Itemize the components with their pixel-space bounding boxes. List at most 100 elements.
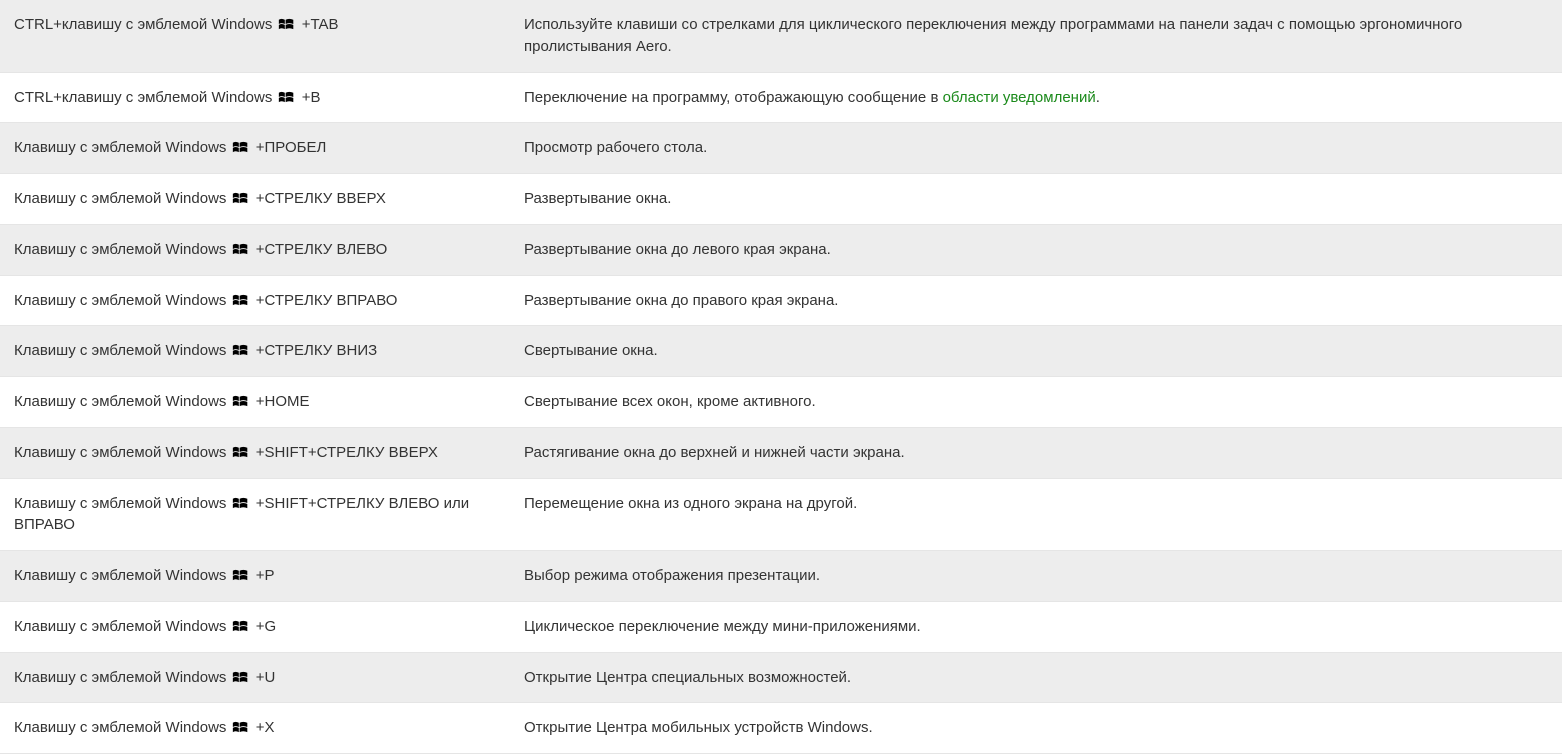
- shortcut-key-suffix: +HOME: [256, 393, 310, 410]
- description-text: Циклическое переключение между мини-прил…: [524, 618, 921, 635]
- description-text: Развертывание окна до левого края экрана…: [524, 241, 831, 258]
- shortcut-key-cell: Клавишу с эмблемой Windows +СТРЕЛКУ ВВЕР…: [0, 174, 510, 225]
- shortcut-description-cell: Растягивание окна до верхней и нижней ча…: [510, 427, 1562, 478]
- shortcut-description-cell: Развертывание окна до левого края экрана…: [510, 224, 1562, 275]
- shortcut-description-cell: Развертывание окна.: [510, 174, 1562, 225]
- shortcut-key-suffix: +TAB: [302, 16, 339, 33]
- windows-logo-icon: [232, 619, 249, 633]
- shortcut-description-cell: Открытие Центра мобильных устройств Wind…: [510, 703, 1562, 754]
- description-text: Развертывание окна.: [524, 190, 671, 207]
- shortcut-key-suffix: +СТРЕЛКУ ВВЕРХ: [256, 190, 386, 207]
- table-row: Клавишу с эмблемой Windows +G Циклическое…: [0, 601, 1562, 652]
- shortcut-key-cell: Клавишу с эмблемой Windows +G: [0, 601, 510, 652]
- description-text: Перемещение окна из одного экрана на дру…: [524, 495, 857, 512]
- shortcut-key-cell: CTRL+клавишу с эмблемой Windows +B: [0, 72, 510, 123]
- windows-logo-icon: [232, 191, 249, 205]
- description-text: Выбор режима отображения презентации.: [524, 567, 820, 584]
- shortcut-key-cell: Клавишу с эмблемой Windows +HOME: [0, 377, 510, 428]
- shortcut-key-prefix: Клавишу с эмблемой Windows: [14, 444, 226, 461]
- description-text: Просмотр рабочего стола.: [524, 139, 707, 156]
- description-text: Используйте клавиши со стрелками для цик…: [524, 16, 1462, 55]
- shortcut-description-cell: Просмотр рабочего стола.: [510, 123, 1562, 174]
- table-row: Клавишу с эмблемой Windows +ПРОБЕЛ Просмо…: [0, 123, 1562, 174]
- shortcut-key-cell: Клавишу с эмблемой Windows +SHIFT+СТРЕЛК…: [0, 427, 510, 478]
- shortcut-key-suffix: +СТРЕЛКУ ВНИЗ: [256, 342, 377, 359]
- shortcut-key-prefix: CTRL+клавишу с эмблемой Windows: [14, 89, 272, 106]
- shortcut-key-prefix: Клавишу с эмблемой Windows: [14, 495, 226, 512]
- windows-logo-icon: [232, 670, 249, 684]
- shortcut-key-cell: Клавишу с эмблемой Windows +P: [0, 551, 510, 602]
- table-row: Клавишу с эмблемой Windows +СТРЕЛКУ ВПРА…: [0, 275, 1562, 326]
- shortcut-key-prefix: Клавишу с эмблемой Windows: [14, 719, 226, 736]
- shortcut-key-suffix: +G: [256, 618, 276, 635]
- shortcut-key-cell: Клавишу с эмблемой Windows +СТРЕЛКУ ВЛЕВ…: [0, 224, 510, 275]
- windows-logo-icon: [232, 496, 249, 510]
- table-row: Клавишу с эмблемой Windows +U Открытие Це…: [0, 652, 1562, 703]
- windows-logo-icon: [232, 445, 249, 459]
- shortcut-key-suffix: +СТРЕЛКУ ВЛЕВО: [256, 241, 388, 258]
- shortcut-key-cell: CTRL+клавишу с эмблемой Windows +TAB: [0, 0, 510, 72]
- windows-logo-icon: [232, 140, 249, 154]
- shortcut-key-cell: Клавишу с эмблемой Windows +SHIFT+СТРЕЛК…: [0, 478, 510, 551]
- description-text: Развертывание окна до правого края экран…: [524, 292, 838, 309]
- shortcut-key-cell: Клавишу с эмблемой Windows +ПРОБЕЛ: [0, 123, 510, 174]
- shortcut-key-cell: Клавишу с эмблемой Windows +СТРЕЛКУ ВПРА…: [0, 275, 510, 326]
- shortcut-key-suffix: +СТРЕЛКУ ВПРАВО: [256, 292, 398, 309]
- table-row: Клавишу с эмблемой Windows +X Открытие Це…: [0, 703, 1562, 754]
- table-row: CTRL+клавишу с эмблемой Windows +B Перекл…: [0, 72, 1562, 123]
- shortcut-key-prefix: Клавишу с эмблемой Windows: [14, 241, 226, 258]
- windows-logo-icon: [232, 720, 249, 734]
- shortcut-description-cell: Выбор режима отображения презентации.: [510, 551, 1562, 602]
- shortcut-key-suffix: +P: [256, 567, 275, 584]
- table-row: Клавишу с эмблемой Windows +СТРЕЛКУ ВВЕР…: [0, 174, 1562, 225]
- shortcut-description-cell: Переключение на программу, отображающую …: [510, 72, 1562, 123]
- shortcut-description-cell: Развертывание окна до правого края экран…: [510, 275, 1562, 326]
- shortcut-key-suffix: +ПРОБЕЛ: [256, 139, 327, 156]
- description-text: Открытие Центра мобильных устройств Wind…: [524, 719, 873, 736]
- table-row: Клавишу с эмблемой Windows +HOME Свертыва…: [0, 377, 1562, 428]
- shortcut-description-cell: Свертывание окна.: [510, 326, 1562, 377]
- windows-logo-icon: [232, 343, 249, 357]
- shortcut-key-suffix: +B: [302, 89, 321, 106]
- shortcut-description-cell: Открытие Центра специальных возможностей…: [510, 652, 1562, 703]
- shortcut-key-prefix: Клавишу с эмблемой Windows: [14, 567, 226, 584]
- description-link[interactable]: области уведомлений: [943, 89, 1096, 106]
- shortcut-key-suffix: +X: [256, 719, 275, 736]
- shortcut-key-cell: Клавишу с эмблемой Windows +U: [0, 652, 510, 703]
- table-row: Клавишу с эмблемой Windows +СТРЕЛКУ ВНИЗ…: [0, 326, 1562, 377]
- shortcut-description-cell: Свертывание всех окон, кроме активного.: [510, 377, 1562, 428]
- windows-logo-icon: [232, 293, 249, 307]
- description-text: Растягивание окна до верхней и нижней ча…: [524, 444, 905, 461]
- shortcut-key-suffix: +U: [256, 669, 276, 686]
- windows-logo-icon: [232, 242, 249, 256]
- shortcut-key-prefix: Клавишу с эмблемой Windows: [14, 292, 226, 309]
- description-text: Открытие Центра специальных возможностей…: [524, 669, 851, 686]
- shortcut-key-prefix: CTRL+клавишу с эмблемой Windows: [14, 16, 272, 33]
- table-row: Клавишу с эмблемой Windows +SHIFT+СТРЕЛК…: [0, 427, 1562, 478]
- shortcut-description-cell: Используйте клавиши со стрелками для цик…: [510, 0, 1562, 72]
- windows-logo-icon: [278, 90, 295, 104]
- shortcut-key-prefix: Клавишу с эмблемой Windows: [14, 342, 226, 359]
- shortcut-key-prefix: Клавишу с эмблемой Windows: [14, 618, 226, 635]
- shortcut-key-prefix: Клавишу с эмблемой Windows: [14, 139, 226, 156]
- description-text: Переключение на программу, отображающую …: [524, 89, 943, 106]
- shortcut-key-cell: Клавишу с эмблемой Windows +СТРЕЛКУ ВНИЗ: [0, 326, 510, 377]
- shortcut-description-cell: Циклическое переключение между мини-прил…: [510, 601, 1562, 652]
- shortcut-key-prefix: Клавишу с эмблемой Windows: [14, 190, 226, 207]
- description-text-after: .: [1096, 89, 1100, 106]
- shortcut-key-prefix: Клавишу с эмблемой Windows: [14, 393, 226, 410]
- description-text: Свертывание окна.: [524, 342, 658, 359]
- shortcut-key-prefix: Клавишу с эмблемой Windows: [14, 669, 226, 686]
- windows-logo-icon: [278, 17, 295, 31]
- description-text: Свертывание всех окон, кроме активного.: [524, 393, 816, 410]
- shortcut-description-cell: Перемещение окна из одного экрана на дру…: [510, 478, 1562, 551]
- windows-logo-icon: [232, 568, 249, 582]
- shortcut-key-suffix: +SHIFT+СТРЕЛКУ ВВЕРХ: [256, 444, 438, 461]
- shortcuts-table: CTRL+клавишу с эмблемой Windows +TAB Испо…: [0, 0, 1562, 754]
- windows-logo-icon: [232, 394, 249, 408]
- table-row: Клавишу с эмблемой Windows +P Выбор режим…: [0, 551, 1562, 602]
- table-row: Клавишу с эмблемой Windows +SHIFT+СТРЕЛК…: [0, 478, 1562, 551]
- table-row: CTRL+клавишу с эмблемой Windows +TAB Испо…: [0, 0, 1562, 72]
- table-row: Клавишу с эмблемой Windows +СТРЕЛКУ ВЛЕВ…: [0, 224, 1562, 275]
- shortcut-key-cell: Клавишу с эмблемой Windows +X: [0, 703, 510, 754]
